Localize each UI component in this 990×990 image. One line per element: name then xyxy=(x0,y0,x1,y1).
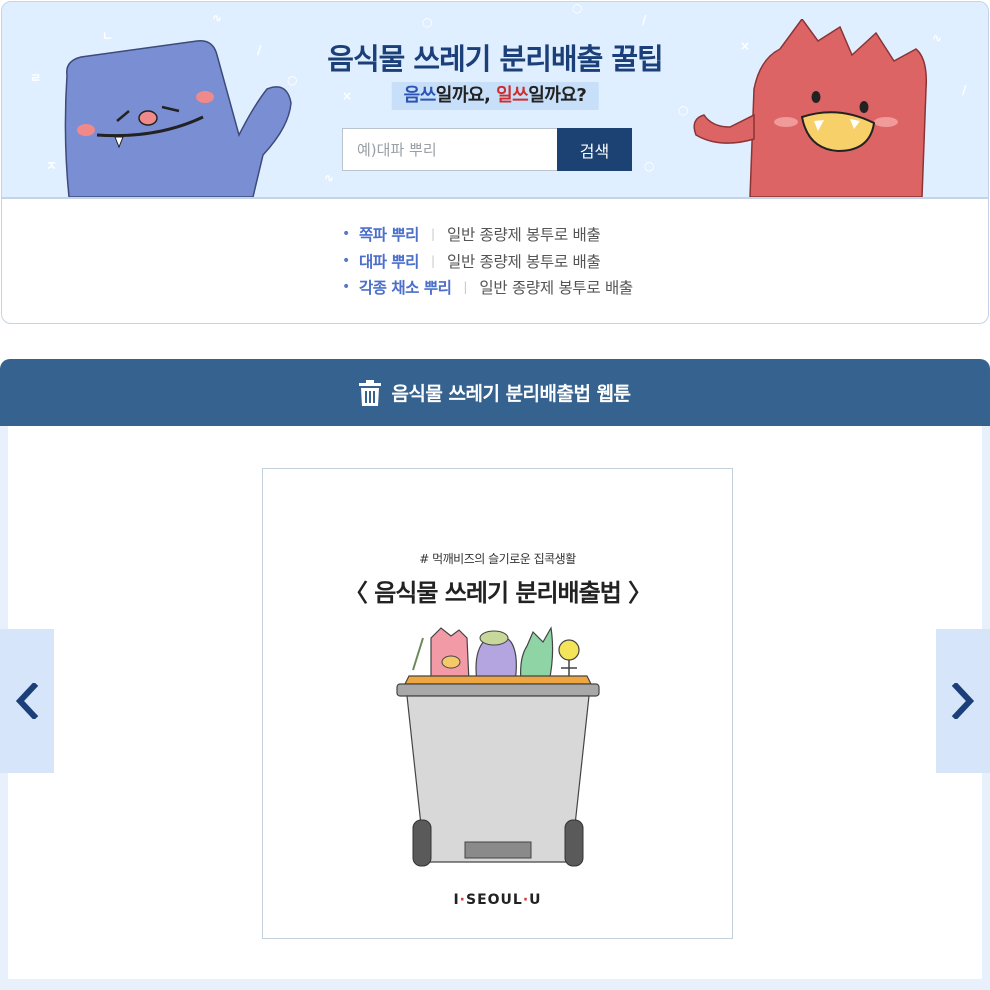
bullet-icon: • xyxy=(342,279,351,296)
hero-banner: ㄹ ㄴ ∿ / ○ × ○ ○ / ○ × ∿ / ㅈ ∿ ○ 음식물 쓰레기 … xyxy=(1,1,989,198)
decoration: ∿ xyxy=(212,11,223,25)
webtoon-panel-header: 음식물 쓰레기 분리배출법 웹툰 xyxy=(0,359,990,426)
subtitle-text: 일까요? xyxy=(528,85,587,106)
decoration: ○ xyxy=(422,15,433,29)
slide-prev-button[interactable] xyxy=(0,629,54,773)
webtoon-panel-title: 음식물 쓰레기 분리배출법 웹툰 xyxy=(391,383,631,405)
search-input[interactable] xyxy=(342,128,557,171)
decoration: / xyxy=(642,13,647,27)
hero-title: 음식물 쓰레기 분리배출 꿀팁 xyxy=(327,42,663,76)
slide-next-button[interactable] xyxy=(936,629,990,773)
result-item-method: 일반 종량제 봉투로 배출 xyxy=(446,252,601,271)
divider: | xyxy=(430,227,435,242)
webtoon-slide[interactable]: # 먹깨비즈의 슬기로운 집콕생활 〈 음식물 쓰레기 분리배출법 〉 I·SE… xyxy=(262,468,733,939)
list-item: • 각종 채소 뿌리 | 일반 종량제 봉투로 배출 xyxy=(342,274,633,301)
decoration: × xyxy=(342,89,353,103)
seoul-logo: I·SEOUL·U xyxy=(453,892,542,908)
decoration: ○ xyxy=(678,103,689,117)
result-item-method: 일반 종량제 봉투로 배출 xyxy=(479,279,633,298)
result-item-name: 대파 뿌리 xyxy=(359,252,419,271)
chevron-right-icon xyxy=(951,683,975,719)
decoration: ○ xyxy=(644,159,655,173)
decoration: / xyxy=(962,83,967,97)
decoration: ○ xyxy=(572,1,583,15)
slide-title: 〈 음식물 쓰레기 분리배출법 〉 xyxy=(343,579,652,607)
decoration: ∿ xyxy=(324,171,335,185)
divider: | xyxy=(430,253,435,268)
trash-can-icon xyxy=(359,379,382,406)
divider: | xyxy=(463,280,468,295)
chevron-left-icon xyxy=(15,683,39,719)
bullet-icon: • xyxy=(342,252,351,269)
list-item: • 쪽파 뿌리 | 일반 종량제 봉투로 배출 xyxy=(342,221,633,248)
trash-bin-with-monsters-illustration xyxy=(396,626,600,867)
search-form: 검색 xyxy=(342,128,632,171)
bullet-icon: • xyxy=(342,226,351,243)
result-item-name: 각종 채소 뿌리 xyxy=(359,279,452,298)
result-item-name: 쪽파 뿌리 xyxy=(359,226,419,245)
subtitle-text: 일까요, xyxy=(435,85,497,106)
hero-subtitle: 음쓰일까요, 일쓰일까요? xyxy=(391,82,599,110)
list-item: • 대파 뿌리 | 일반 종량제 봉투로 배출 xyxy=(342,248,633,275)
subtitle-food-waste: 음쓰 xyxy=(403,85,437,106)
decoration: ㅈ xyxy=(46,159,58,173)
result-item-method: 일반 종량제 봉투로 배출 xyxy=(446,226,601,245)
slide-hashtag: # 먹깨비즈의 슬기로운 집콕생활 xyxy=(419,552,576,566)
search-results-box: • 쪽파 뿌리 | 일반 종량제 봉투로 배출 • 대파 뿌리 | 일반 종량제… xyxy=(1,198,989,324)
result-list: • 쪽파 뿌리 | 일반 종량제 봉투로 배출 • 대파 뿌리 | 일반 종량제… xyxy=(342,221,633,301)
search-button[interactable]: 검색 xyxy=(557,128,632,171)
subtitle-general-waste: 일쓰 xyxy=(496,85,529,106)
